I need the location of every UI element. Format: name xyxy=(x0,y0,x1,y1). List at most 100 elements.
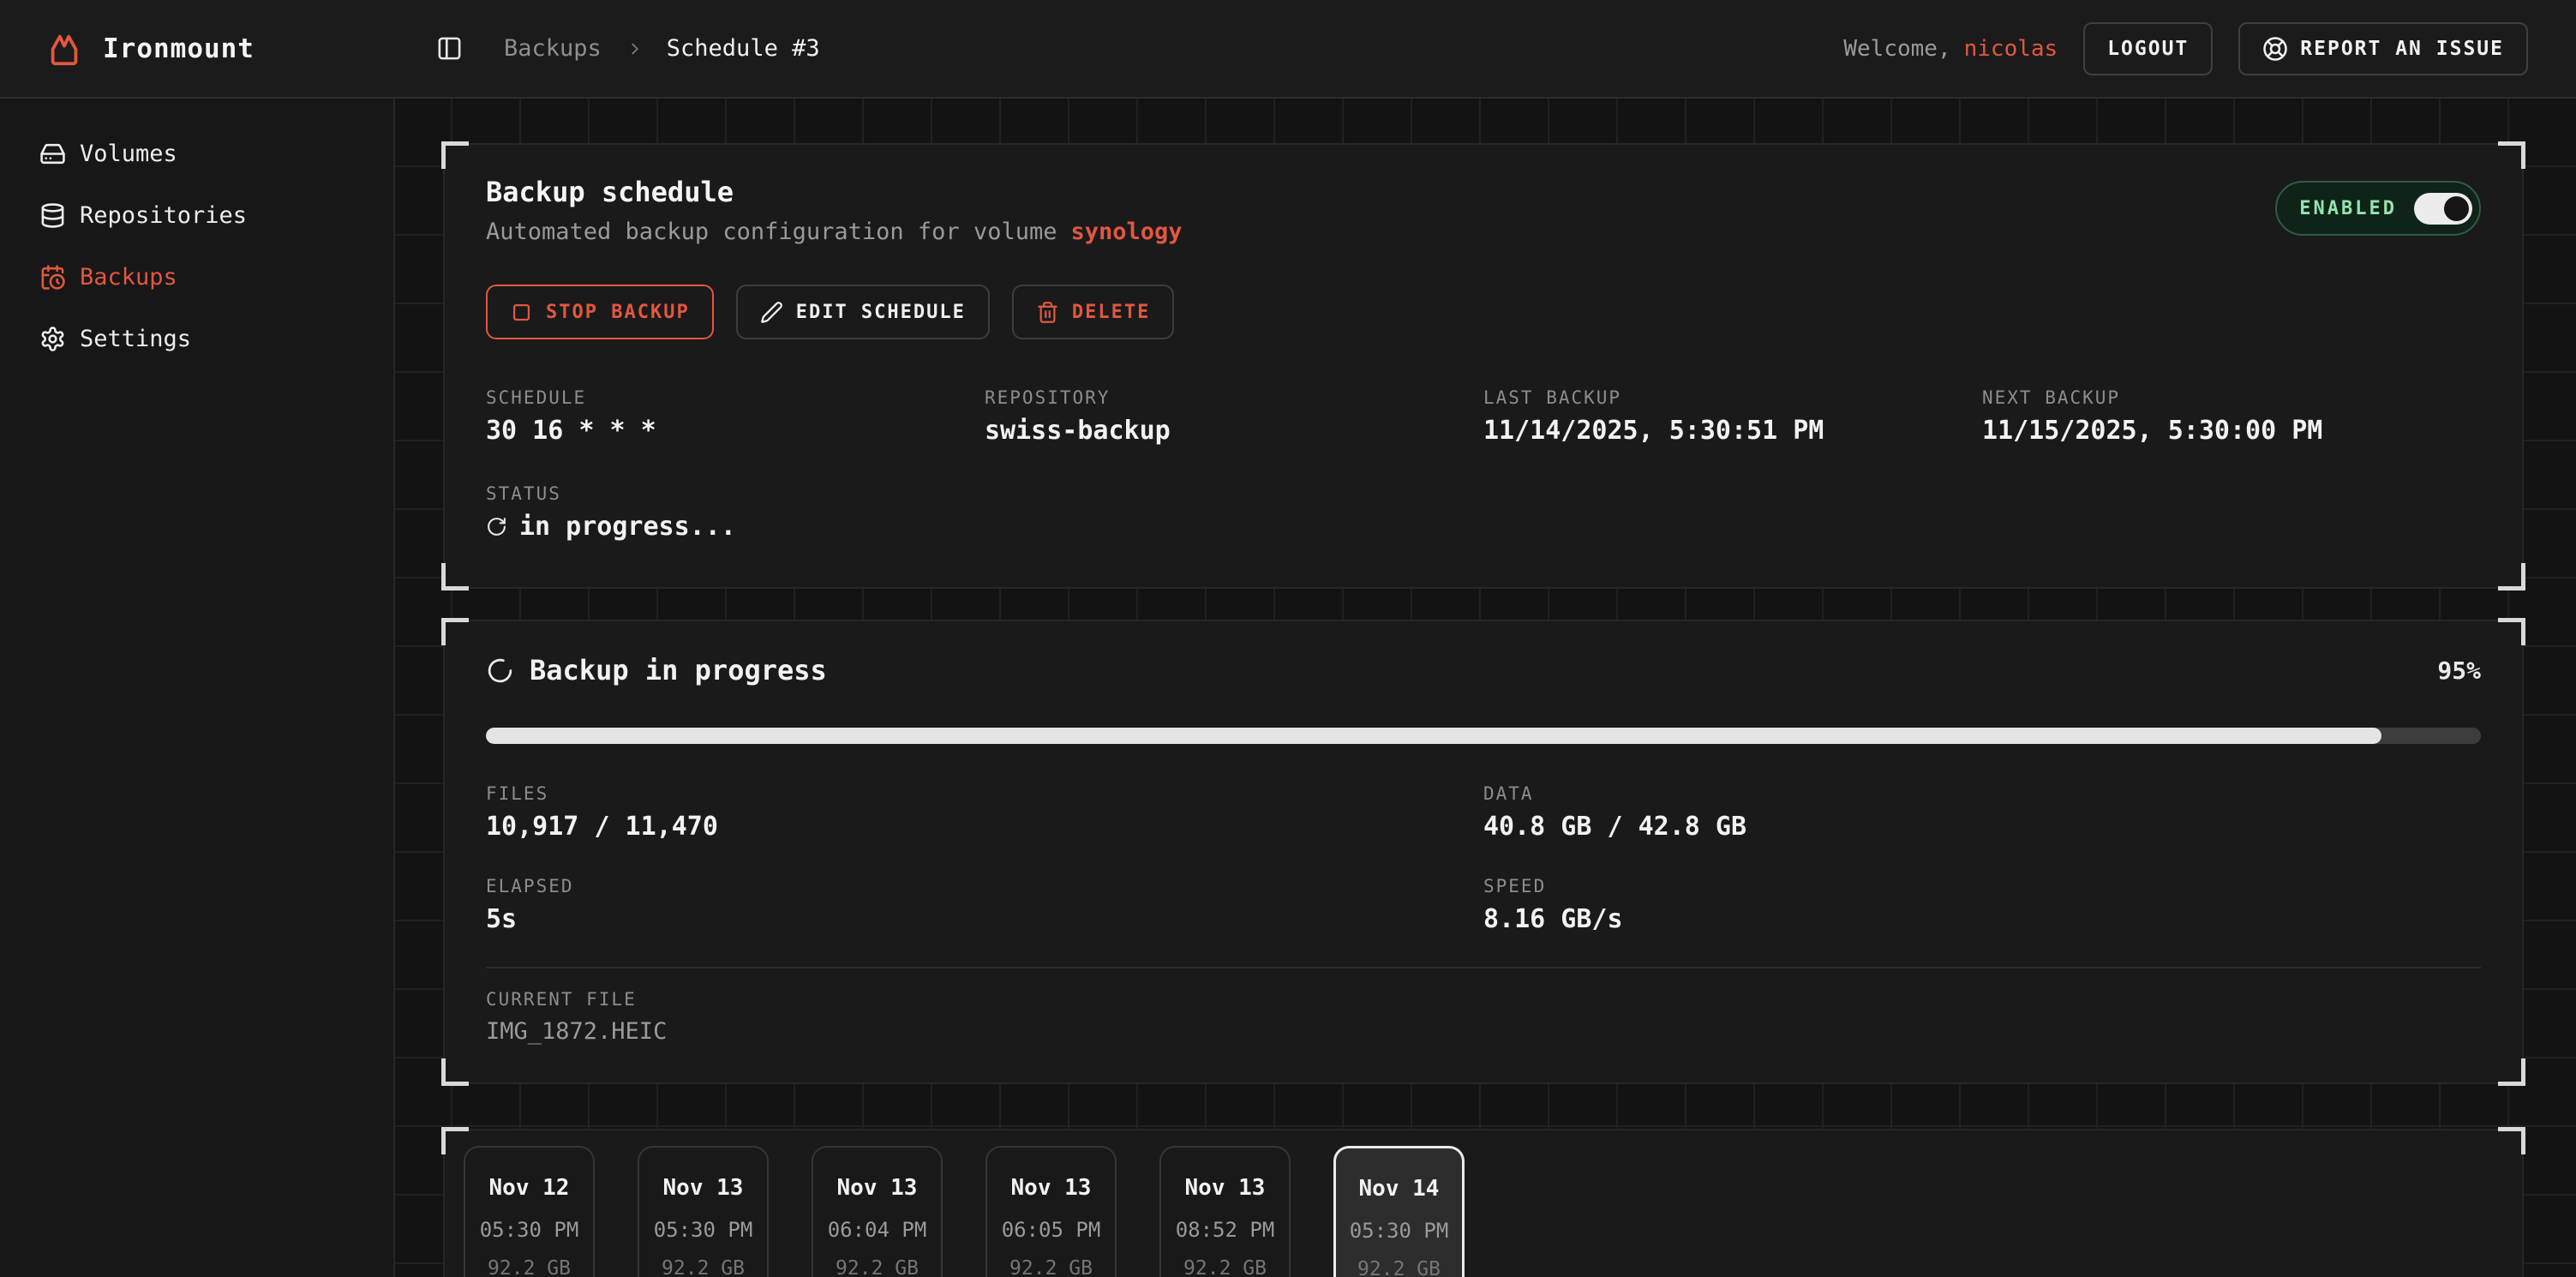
progress-stats: FILES 10,917 / 11,470 DATA 40.8 GB / 42.… xyxy=(486,783,2481,934)
corner-bracket xyxy=(441,1058,469,1086)
panel-subtitle: Automated backup configuration for volum… xyxy=(486,219,1183,245)
sidebar-item-settings[interactable]: Settings xyxy=(0,308,393,369)
stop-backup-label: STOP BACKUP xyxy=(546,302,690,323)
logout-button[interactable]: LOGOUT xyxy=(2083,22,2213,75)
corner-bracket xyxy=(441,618,469,645)
card-date: Nov 13 xyxy=(1161,1175,1289,1201)
enabled-label: ENABLED xyxy=(2299,198,2397,219)
schedule-fields: SCHEDULE 30 16 * * * REPOSITORY swiss-ba… xyxy=(486,387,2481,446)
subtitle-text: Automated backup configuration for volum… xyxy=(486,219,1057,245)
field-label: NEXT BACKUP xyxy=(1982,387,2481,408)
progress-title-text: Backup in progress xyxy=(530,654,827,686)
backup-card[interactable]: Nov 13 06:04 PM 92.2 GB xyxy=(812,1146,943,1277)
field-next-backup: NEXT BACKUP 11/15/2025, 5:30:00 PM xyxy=(1982,387,2481,446)
topbar-right: Welcome, nicolas LOGOUT REPORT AN ISSUE xyxy=(1843,22,2528,75)
ironmount-app: Ironmount Backups Schedule #3 Welcome, n… xyxy=(0,0,2576,1277)
lifebuoy-icon xyxy=(2262,36,2288,62)
main-content: Backup schedule Automated backup configu… xyxy=(395,99,2576,1277)
stat-label: DATA xyxy=(1483,783,2481,804)
delete-button[interactable]: DELETE xyxy=(1012,285,1174,339)
card-time: 08:52 PM xyxy=(1161,1218,1289,1242)
current-file-value: IMG_1872.HEIC xyxy=(486,1018,2481,1045)
gear-icon xyxy=(39,326,66,352)
card-date: Nov 12 xyxy=(465,1175,593,1201)
edit-schedule-label: EDIT SCHEDULE xyxy=(796,302,966,323)
welcome-prefix: Welcome, xyxy=(1843,36,1950,62)
corner-bracket xyxy=(2498,563,2525,591)
breadcrumb-section[interactable]: Backups xyxy=(504,35,602,62)
progress-percent: 95% xyxy=(2437,656,2481,685)
field-value: 30 16 * * * xyxy=(486,416,985,446)
sidebar-item-label: Settings xyxy=(80,326,191,352)
toggle-switch[interactable] xyxy=(2414,193,2472,225)
stat-label: ELAPSED xyxy=(486,876,1483,896)
card-time: 05:30 PM xyxy=(465,1218,593,1242)
sidebar: Volumes Repositories Backups xyxy=(0,99,395,1277)
field-value: swiss-backup xyxy=(985,416,1483,446)
logout-button-label: LOGOUT xyxy=(2107,38,2189,60)
volume-name: synology xyxy=(1070,219,1182,245)
pencil-icon xyxy=(760,301,783,324)
card-size: 92.2 GB xyxy=(813,1257,941,1277)
chevron-right-icon xyxy=(626,39,644,58)
field-label: SCHEDULE xyxy=(486,387,985,408)
field-value: 11/14/2025, 5:30:51 PM xyxy=(1483,416,1982,446)
stat-value: 5s xyxy=(486,904,1483,934)
hard-drive-icon xyxy=(39,141,66,167)
card-size: 92.2 GB xyxy=(987,1257,1115,1277)
card-date: Nov 13 xyxy=(987,1175,1115,1201)
card-size: 92.2 GB xyxy=(639,1257,767,1277)
corner-bracket xyxy=(441,141,469,169)
stat-speed: SPEED 8.16 GB/s xyxy=(1483,876,2481,934)
backup-history-cards: Nov 12 05:30 PM 92.2 GB Nov 13 05:30 PM … xyxy=(464,1146,2503,1277)
toggle-knob xyxy=(2444,196,2469,221)
stat-label: FILES xyxy=(486,783,1483,804)
sidebar-item-label: Backups xyxy=(80,264,177,291)
topbar: Ironmount Backups Schedule #3 Welcome, n… xyxy=(0,0,2576,99)
corner-bracket xyxy=(2498,618,2525,645)
stat-label: SPEED xyxy=(1483,876,2481,896)
schedule-panel-heading: Backup schedule Automated backup configu… xyxy=(486,176,1183,245)
card-size: 92.2 GB xyxy=(1336,1258,1462,1277)
trash-icon xyxy=(1036,301,1059,324)
card-time: 06:04 PM xyxy=(813,1218,941,1242)
brand-title: Ironmount xyxy=(103,33,255,64)
corner-bracket xyxy=(2498,1058,2525,1086)
sidebar-item-repositories[interactable]: Repositories xyxy=(0,184,393,246)
panel-toggle-icon[interactable] xyxy=(436,35,463,62)
enabled-toggle[interactable]: ENABLED xyxy=(2275,181,2481,236)
backup-card[interactable]: Nov 13 08:52 PM 92.2 GB xyxy=(1159,1146,1291,1277)
report-issue-button[interactable]: REPORT AN ISSUE xyxy=(2238,22,2528,75)
backup-card-selected[interactable]: Nov 14 05:30 PM 92.2 GB xyxy=(1333,1146,1465,1277)
field-label: LAST BACKUP xyxy=(1483,387,1982,408)
sidebar-item-label: Repositories xyxy=(80,202,247,229)
card-time: 06:05 PM xyxy=(987,1218,1115,1242)
progress-title: Backup in progress xyxy=(486,654,827,686)
edit-schedule-button[interactable]: EDIT SCHEDULE xyxy=(736,285,990,339)
status-field: STATUS in progress... xyxy=(486,483,2481,542)
backup-card[interactable]: Nov 13 05:30 PM 92.2 GB xyxy=(638,1146,769,1277)
rotate-cw-icon xyxy=(486,516,507,537)
stat-value: 10,917 / 11,470 xyxy=(486,812,1483,842)
progress-bar xyxy=(486,728,2481,744)
sidebar-item-backups[interactable]: Backups xyxy=(0,246,393,308)
card-time: 05:30 PM xyxy=(1336,1219,1462,1243)
status-label: STATUS xyxy=(486,483,2481,504)
sidebar-item-volumes[interactable]: Volumes xyxy=(0,123,393,184)
stat-files: FILES 10,917 / 11,470 xyxy=(486,783,1483,842)
brand: Ironmount xyxy=(45,29,255,69)
backup-card[interactable]: Nov 13 06:05 PM 92.2 GB xyxy=(985,1146,1117,1277)
welcome-text: Welcome, nicolas xyxy=(1843,36,2058,62)
corner-bracket xyxy=(2498,141,2525,169)
breadcrumb-page: Schedule #3 xyxy=(667,35,820,62)
card-time: 05:30 PM xyxy=(639,1218,767,1242)
field-value: 11/15/2025, 5:30:00 PM xyxy=(1982,416,2481,446)
stop-icon xyxy=(510,301,533,324)
stat-value: 40.8 GB / 42.8 GB xyxy=(1483,812,2481,842)
backup-card[interactable]: Nov 12 05:30 PM 92.2 GB xyxy=(464,1146,595,1277)
stop-backup-button[interactable]: STOP BACKUP xyxy=(486,285,714,339)
loader-spinner-icon xyxy=(486,656,514,685)
breadcrumb: Backups Schedule #3 xyxy=(436,35,820,62)
username: nicolas xyxy=(1964,36,2058,62)
card-date: Nov 13 xyxy=(639,1175,767,1201)
